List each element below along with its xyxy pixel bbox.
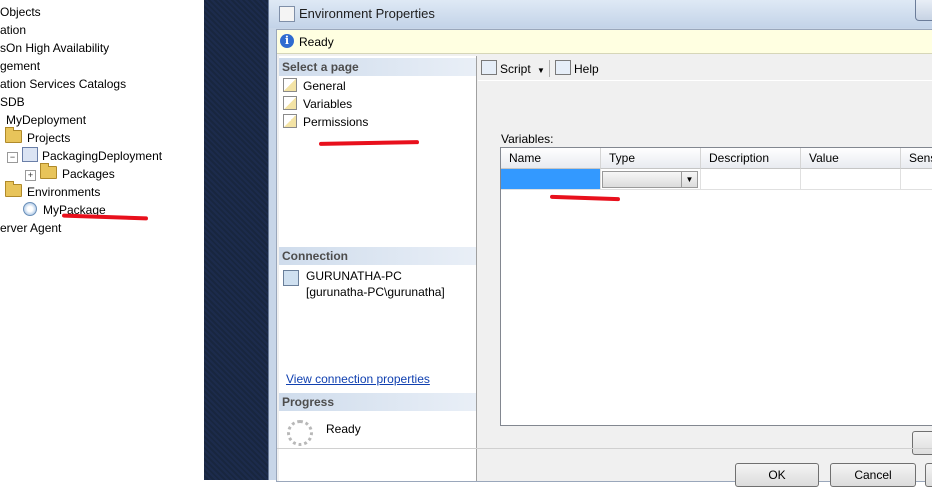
column-header-description[interactable]: Description: [701, 148, 801, 169]
value-cell[interactable]: [801, 169, 901, 190]
page-permissions[interactable]: Permissions: [283, 114, 368, 130]
desktop-background: [204, 0, 270, 480]
dropdown-arrow-icon[interactable]: ▼: [681, 172, 697, 187]
tree-item-projects[interactable]: Projects: [5, 127, 70, 147]
dialog-titlebar[interactable]: Environment Properties: [269, 0, 932, 28]
connection-server: GURUNATHA-PC: [306, 269, 402, 283]
status-text: Ready: [299, 35, 334, 49]
project-icon: [22, 147, 38, 162]
cancel-button[interactable]: Cancel: [830, 463, 916, 487]
folder-icon: [5, 127, 22, 143]
connection-user: [gurunatha-PC\gurunatha]: [306, 285, 445, 299]
help-icon: [555, 60, 571, 75]
dialog-client-area: i Ready Select a page General Variables …: [276, 29, 932, 487]
dropdown-arrow-icon[interactable]: ▼: [537, 66, 545, 75]
ok-button[interactable]: OK: [735, 463, 819, 487]
object-explorer-tree: Objects ation sOn High Availability geme…: [0, 0, 204, 480]
progress-header: Progress: [279, 393, 476, 411]
tree-item-management[interactable]: gement: [0, 57, 40, 75]
toolbar-separator: [549, 60, 550, 77]
connection-header: Connection: [279, 247, 476, 265]
tree-item-sql-server-agent[interactable]: erver Agent: [0, 219, 61, 237]
progress-status: Ready: [326, 422, 361, 436]
tree-item-packagingdeployment[interactable]: − PackagingDeployment: [7, 147, 162, 165]
info-icon: i: [280, 34, 294, 48]
view-connection-properties-link[interactable]: View connection properties: [286, 372, 430, 386]
red-underline-annotation: [61, 213, 149, 221]
script-button[interactable]: Script ▼: [481, 60, 545, 76]
column-header-sensitive[interactable]: Sensi: [901, 148, 932, 169]
tree-item-packages[interactable]: + Packages: [25, 163, 115, 183]
toolbar: Script ▼ Help: [478, 56, 932, 81]
server-icon: [283, 270, 299, 289]
bottom-separator: [277, 448, 932, 449]
red-underline-annotation: [318, 140, 420, 146]
tree-item-mydeployment[interactable]: MyDeployment: [6, 111, 86, 129]
tree-item-environments[interactable]: Environments: [5, 181, 100, 201]
help-dialog-button[interactable]: [925, 463, 932, 487]
select-page-header: Select a page: [279, 58, 476, 76]
name-cell[interactable]: [501, 169, 601, 190]
column-header-type[interactable]: Type: [601, 148, 701, 169]
page-content-pane: Script ▼ Help Variables: Name Type Descr…: [478, 56, 932, 481]
dialog-title: Environment Properties: [299, 6, 435, 21]
tree-item-integration-services-catalogs[interactable]: ation Services Catalogs: [0, 75, 126, 93]
folder-icon: [5, 181, 22, 197]
dialog-properties-icon: [279, 6, 295, 22]
status-bar: i Ready: [277, 30, 932, 54]
help-button[interactable]: Help: [555, 60, 599, 76]
tree-item-alwayson[interactable]: sOn High Availability: [0, 39, 109, 57]
tree-item-ssisdb[interactable]: SDB: [0, 93, 25, 111]
progress-spinner-icon: [287, 420, 313, 446]
variables-grid[interactable]: Name Type Description Value Sensi ▼: [500, 147, 932, 426]
collapse-icon[interactable]: −: [7, 152, 18, 163]
type-dropdown[interactable]: ▼: [602, 171, 698, 188]
page-icon: [283, 96, 297, 110]
tree-item-ation[interactable]: ation: [0, 21, 26, 39]
variables-label: Variables:: [501, 132, 554, 146]
page-icon: [283, 114, 297, 128]
grid-side-button[interactable]: [912, 431, 932, 455]
page-variables[interactable]: Variables: [283, 96, 352, 112]
column-header-name[interactable]: Name: [501, 148, 601, 169]
page-general[interactable]: General: [283, 78, 346, 94]
tree-item-objects[interactable]: Objects: [0, 3, 41, 21]
expand-icon[interactable]: +: [25, 170, 36, 181]
script-icon: [481, 60, 497, 75]
environment-properties-dialog: Environment Properties i Ready Select a …: [268, 0, 932, 487]
red-underline-annotation: [549, 194, 621, 202]
environment-icon: [23, 202, 37, 216]
folder-icon: [40, 163, 57, 179]
page-selector-pane: Select a page General Variables Permissi…: [279, 56, 477, 481]
description-cell[interactable]: [701, 169, 801, 190]
column-header-value[interactable]: Value: [801, 148, 901, 169]
page-icon: [283, 78, 297, 92]
close-button[interactable]: [915, 0, 932, 21]
sensitive-cell[interactable]: [901, 169, 932, 190]
